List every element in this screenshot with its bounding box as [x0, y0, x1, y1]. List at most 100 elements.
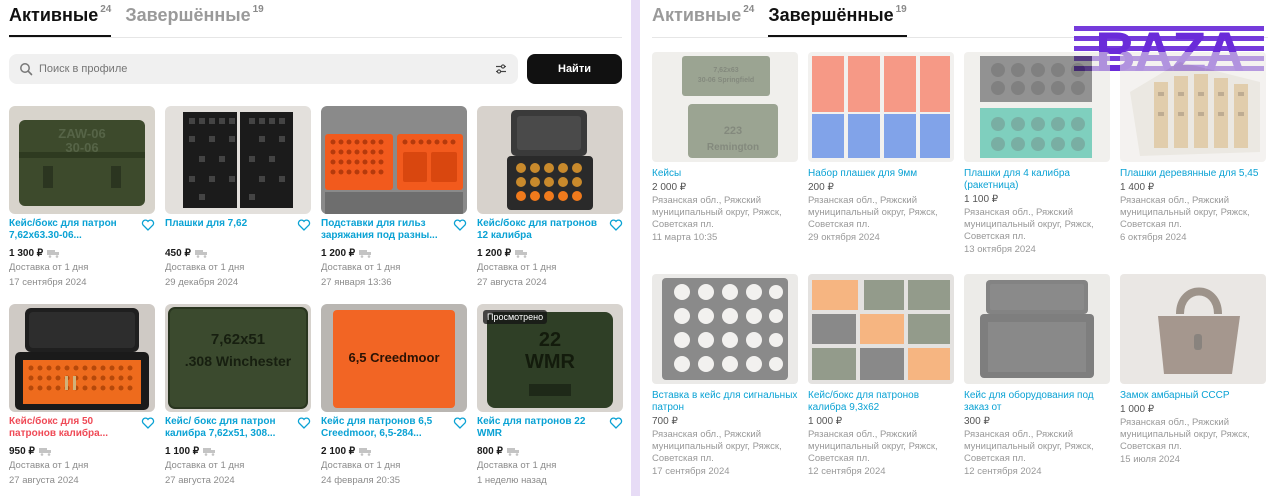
heart-icon[interactable] [609, 416, 623, 430]
listing-card[interactable]: 6,5 Creedmoor Кейс для патронов 6,5 Cree… [321, 304, 467, 496]
listing-price: 2 000 ₽ [652, 182, 687, 193]
listing-price: 1 300 ₽ [9, 247, 44, 259]
listing-date: 27 августа 2024 [9, 475, 79, 486]
listing-title[interactable]: Набор плашек для 9мм [808, 168, 954, 180]
search-box[interactable] [9, 54, 518, 84]
listing-title[interactable]: Кейс/бокс для 50 патронов калибра... [9, 416, 135, 440]
heart-icon[interactable] [297, 218, 311, 232]
listing-date: 17 сентября 2024 [9, 277, 87, 288]
listing-price: 2 100 ₽ [321, 445, 356, 457]
listing-card[interactable]: Вставка в кейс для сигнальных патрон 700… [652, 274, 798, 496]
active-listings-panel: Активные 24 Завершённые 19 Найти ZAW-063… [0, 0, 631, 496]
listing-date: 29 декабря 2024 [165, 277, 239, 288]
listing-card[interactable]: Замок амбарный СССР 1 000 ₽ Рязанская об… [1120, 274, 1266, 496]
tab-active[interactable]: Активные 24 [9, 4, 112, 37]
listing-title[interactable]: Плашки для 4 калибра (ракетница) [964, 168, 1110, 192]
listing-card[interactable]: Кейс/бокс для патронов калибра 9,3х62 1 … [808, 274, 954, 496]
delivery-truck-icon [203, 447, 216, 456]
listing-photo[interactable] [477, 106, 623, 214]
listing-title[interactable]: Кейс для патронов 6,5 Creedmoor, 6,5-284… [321, 416, 447, 440]
heart-icon[interactable] [453, 416, 467, 430]
heart-icon[interactable] [297, 416, 311, 430]
listing-photo[interactable] [9, 304, 155, 412]
listing-card[interactable]: Кейс/бокс для 50 патронов калибра... 950… [9, 304, 155, 496]
listing-card[interactable]: Кейс/бокс для патронов 12 калибра 1 200 … [477, 106, 623, 304]
listing-card[interactable]: Плашки для 7,62 450 ₽ Доставка от 1 дня … [165, 106, 311, 304]
listing-photo[interactable]: 6,5 Creedmoor [321, 304, 467, 412]
listing-price: 1 100 ₽ [165, 445, 200, 457]
listing-photo[interactable] [321, 106, 467, 214]
listing-title[interactable]: Кейсы [652, 168, 798, 180]
listing-date: 1 неделю назад [477, 475, 547, 486]
thumb-engraving: 7,62x51 [211, 331, 265, 348]
listing-photo[interactable] [1120, 52, 1266, 162]
tab-active-count: 24 [100, 4, 112, 15]
listing-photo[interactable]: 7,62x51 .308 Winchester [165, 304, 311, 412]
listing-location: Рязанская обл., Ряжский муниципальный ок… [964, 429, 1094, 464]
listing-title[interactable]: Кейс для патронов 22 WMR [477, 416, 603, 440]
heart-icon[interactable] [609, 218, 623, 232]
listing-title[interactable]: Кейс/бокс для патрон 7,62х63.30-06... [9, 218, 135, 242]
listing-card[interactable]: 7,62x51 .308 Winchester Кейс/ бокс для па… [165, 304, 311, 496]
listing-card[interactable]: 7,62x63 30-06 Springfield 223 Remington Кей… [652, 52, 798, 274]
listing-card[interactable]: Подставки для гильз заряжания под разны.… [321, 106, 467, 304]
listing-photo[interactable] [808, 52, 954, 162]
listing-photo[interactable] [964, 274, 1110, 384]
heart-icon[interactable] [141, 416, 155, 430]
listing-card[interactable]: Кейс для оборудования под заказ от 300 ₽… [964, 274, 1110, 496]
listing-title[interactable]: Кейс/ бокс для патрон калибра 7,62х51, 3… [165, 416, 291, 440]
listing-photo[interactable]: 22 WMR Просмотрено [477, 304, 623, 412]
tab-completed[interactable]: Завершённые 19 [125, 5, 263, 37]
listing-photo[interactable] [652, 274, 798, 384]
listing-title[interactable]: Вставка в кейс для сигнальных патрон [652, 390, 798, 414]
listing-photo[interactable] [165, 106, 311, 214]
tab-active-label: Активные [652, 5, 742, 25]
search-input[interactable] [39, 63, 494, 75]
listing-title[interactable]: Плашки для 7,62 [165, 218, 291, 230]
listing-price: 800 ₽ [477, 445, 503, 457]
listing-title[interactable]: Плашки деревянные для 5,45 [1120, 168, 1266, 180]
listing-photo[interactable]: ZAW-06 30-06 [9, 106, 155, 214]
tab-active[interactable]: Активные 24 [652, 5, 754, 37]
listing-card[interactable]: 22 WMR Просмотрено Кейс для патронов 22 W… [477, 304, 623, 496]
listing-photo[interactable] [1120, 274, 1266, 384]
listing-location: Рязанская обл., Ряжский муниципальный ок… [652, 195, 782, 230]
listing-card[interactable]: Плашки для 4 калибра (ракетница) 1 100 ₽… [964, 52, 1110, 274]
find-button[interactable]: Найти [527, 54, 622, 84]
listing-photo[interactable]: 7,62x63 30-06 Springfield 223 Remington [652, 52, 798, 162]
thumb-engraving: 30-06 Springfield [698, 77, 754, 84]
listing-title[interactable]: Кейс/бокс для патронов калибра 9,3х62 [808, 390, 954, 414]
search-icon [20, 63, 33, 76]
listing-photo[interactable] [964, 52, 1110, 162]
listing-card[interactable]: Плашки деревянные для 5,45 1 400 ₽ Рязан… [1120, 52, 1266, 274]
heart-icon[interactable] [453, 218, 467, 232]
filter-icon[interactable] [494, 62, 508, 76]
listing-location: Рязанская обл., Ряжский муниципальный ок… [808, 195, 938, 230]
listing-price: 200 ₽ [808, 182, 834, 193]
delivery-text: Доставка от 1 дня [9, 460, 89, 471]
delivery-text: Доставка от 1 дня [321, 460, 401, 471]
listing-title[interactable]: Кейс для оборудования под заказ от [964, 390, 1110, 414]
delivery-truck-icon [506, 447, 519, 456]
tab-completed-label: Завершённые [768, 5, 894, 25]
search-row: Найти [9, 54, 622, 84]
listing-card[interactable]: Набор плашек для 9мм 200 ₽ Рязанская обл… [808, 52, 954, 274]
listing-price: 1 000 ₽ [1120, 404, 1155, 415]
active-listings-grid: ZAW-06 30-06 Кейс/бокс для патрон 7,62х63… [9, 106, 623, 496]
listing-card[interactable]: ZAW-06 30-06 Кейс/бокс для патрон 7,62х63… [9, 106, 155, 304]
thumb-engraving: .308 Winchester [185, 353, 292, 369]
heart-icon[interactable] [141, 218, 155, 232]
listing-title[interactable]: Замок амбарный СССР [1120, 390, 1266, 402]
delivery-truck-icon [515, 249, 528, 258]
listing-title[interactable]: Подставки для гильз заряжания под разны.… [321, 218, 447, 242]
listing-date: 27 января 13:36 [321, 277, 392, 288]
listing-photo[interactable] [808, 274, 954, 384]
listing-date: 13 октября 2024 [964, 244, 1036, 255]
listing-date: 24 февраля 20:35 [321, 475, 401, 486]
tab-completed-count: 19 [895, 4, 907, 15]
delivery-truck-icon [47, 249, 60, 258]
viewed-badge: Просмотрено [483, 310, 548, 324]
tab-completed[interactable]: Завершённые 19 [768, 4, 907, 37]
listing-title[interactable]: Кейс/бокс для патронов 12 калибра [477, 218, 603, 242]
listing-price: 450 ₽ [165, 247, 191, 259]
